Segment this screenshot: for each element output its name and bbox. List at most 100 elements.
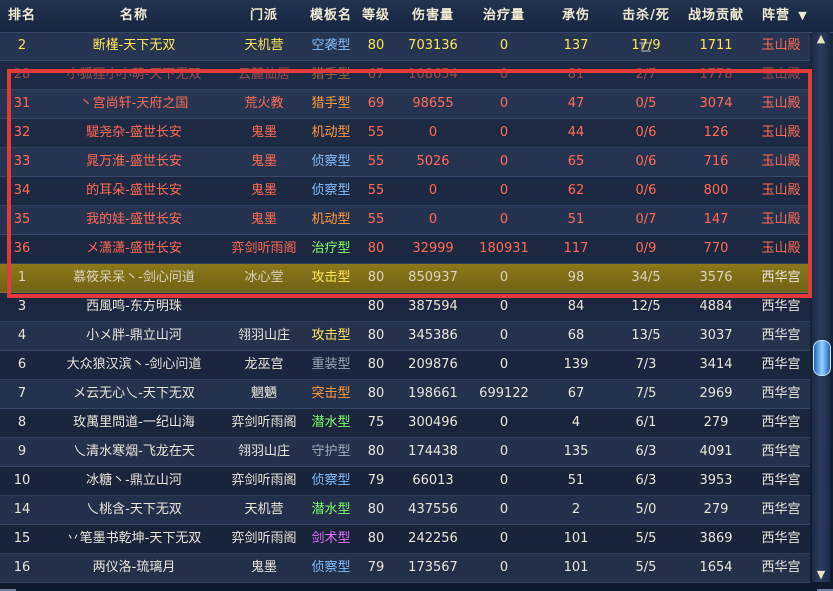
cell-taken: 4: [571, 415, 581, 430]
cell-damage: 5026: [416, 154, 450, 169]
cell-camp: 西华宫: [761, 444, 801, 459]
cell-faction: 鬼墨: [250, 154, 277, 169]
cell-taken: 67: [567, 386, 585, 401]
cell-faction: 鬼墨: [250, 212, 277, 227]
cell-kd: 0/6: [635, 154, 657, 169]
cell-name: 丶宫尚轩-天府之国: [79, 96, 189, 111]
cell-damage: 209876: [408, 357, 458, 372]
cell-template: 重装型: [311, 357, 351, 372]
cell-heal: 0: [499, 154, 509, 169]
cell-taken: 137: [563, 38, 589, 53]
cell-heal: 0: [499, 67, 509, 82]
cell-damage: 345386: [408, 328, 458, 343]
cell-level: 67: [367, 67, 385, 82]
cell-damage: 387594: [408, 299, 458, 314]
cell-rank: 32: [13, 125, 31, 140]
table-row[interactable]: 8 玫萬里問道-一纪山海 弈剑听雨阁 潜水型 75 300496 0 4 6/1 279 西华宫: [0, 409, 810, 438]
header-damage[interactable]: 伤害量: [394, 0, 472, 32]
cell-heal: 180931: [479, 241, 529, 256]
table-row[interactable]: 2 断槿-天下无双 天机营 空袭型 80 703136 0 137 17/9 1711 玉山殿: [0, 32, 810, 61]
table-row[interactable]: 10 冰糖丶-鼎立山河 弈剑听雨阁 侦察型 79 66013 0 51 6/3 3953 西华宫: [0, 467, 810, 496]
cell-kd: 0/5: [635, 96, 657, 111]
cell-contrib: 716: [703, 154, 729, 169]
cell-kd: 5/0: [635, 502, 657, 517]
cell-faction: 弈剑听雨阁: [231, 241, 297, 256]
header-level[interactable]: 等级: [358, 0, 394, 32]
cell-camp: 西华宫: [761, 415, 801, 430]
table-row[interactable]: 4 小メ胖-鼎立山河 翎羽山庄 攻击型 80 345386 0 68 13/5 3037 西华宫: [0, 322, 810, 351]
table-row[interactable]: 1 慕筱呆呆丶-剑心问道 冰心堂 攻击型 80 850937 0 98 34/5 3576 西华宫: [0, 264, 810, 293]
cell-name: 冰糖丶-鼎立山河: [86, 473, 182, 488]
cell-rank: 36: [13, 241, 31, 256]
cell-camp: 西华宫: [761, 560, 801, 575]
cell-rank: 10: [13, 473, 31, 488]
cell-camp: 西华宫: [761, 502, 801, 517]
cell-heal: 0: [499, 270, 509, 285]
table-row[interactable]: 9 乀清水寒烟-飞龙在天 翎羽山庄 守护型 80 174438 0 135 6/3 4091 西华宫: [0, 438, 810, 467]
header-rank[interactable]: 排名: [0, 0, 44, 32]
cell-rank: 1: [17, 270, 27, 285]
cell-rank: 28: [13, 67, 31, 82]
cell-taken: 135: [563, 444, 589, 459]
cell-kd: 7/5: [635, 386, 657, 401]
cell-rank: 14: [13, 502, 31, 517]
cell-kd: 34/5: [631, 270, 661, 285]
scroll-up-arrow-icon[interactable]: ▲: [814, 32, 828, 46]
header-taken[interactable]: 承伤: [536, 0, 616, 32]
chevron-down-icon[interactable]: ▼: [794, 0, 812, 32]
scrollbar[interactable]: ▲ ▼: [812, 32, 831, 582]
table-row[interactable]: 3 西風鸣-东方明珠 80 387594 0 84 12/5 4884 西华宫: [0, 293, 810, 322]
table-row[interactable]: 14 乀桃含-天下无双 天机营 潜水型 80 437556 0 2 5/0 279 西华宫: [0, 496, 810, 525]
cell-kd: 0/6: [635, 183, 657, 198]
header-heal[interactable]: 治疗量: [472, 0, 536, 32]
cell-heal: 0: [499, 183, 509, 198]
table-row[interactable]: 28 小狐狸小小萌-天下无双 云麓仙居 猎手型 67 108654 0 81 2/7 1778 玉山…: [0, 61, 810, 90]
table-row[interactable]: 6 大众狼汉滨丶-剑心问道 龙巫宫 重装型 80 209876 0 139 7/3 3414 西华宫: [0, 351, 810, 380]
table-row[interactable]: 31 丶宫尚轩-天府之国 荒火教 猎手型 69 98655 0 47 0/5 3074 玉山殿: [0, 90, 810, 119]
table-row[interactable]: 35 我的娃-盛世长安 鬼墨 机动型 55 0 0 51 0/7 147 玉山殿: [0, 206, 810, 235]
scrollbar-thumb[interactable]: [813, 340, 831, 376]
table-row[interactable]: 15 丷笔墨书乾坤-天下无双 弈剑听雨阁 剑术型 80 242256 0 101 5/5 3869…: [0, 525, 810, 554]
table-header: 排名 名称 门派 模板名 等级 伤害量 治疗量 承伤 击杀/死亡 战场贡献 阵营…: [0, 0, 833, 55]
cell-kd: 0/9: [635, 241, 657, 256]
header-camp[interactable]: 阵营: [756, 0, 796, 32]
cell-heal: 0: [499, 299, 509, 314]
table-row[interactable]: 16 两仪洛-琉璃月 鬼墨 侦察型 79 173567 0 101 5/5 1654 西华宫: [0, 554, 810, 583]
cell-contrib: 1654: [699, 560, 733, 575]
table-row[interactable]: 7 メ云无心乀-天下无双 魍魉 突击型 80 198661 699122 67 7/5 2969 西…: [0, 380, 810, 409]
table-row[interactable]: 36 メ潇潇-盛世长安 弈剑听雨阁 治疗型 80 32999 180931 117 0/9 770…: [0, 235, 810, 264]
table-row[interactable]: 34 的耳朵-盛世长安 鬼墨 侦察型 55 0 0 62 0/6 800 玉山殿: [0, 177, 810, 206]
cell-template: 侦察型: [311, 473, 351, 488]
cell-contrib: 3414: [699, 357, 733, 372]
cell-rank: 3: [17, 299, 27, 314]
cell-level: 80: [367, 241, 385, 256]
header-name[interactable]: 名称: [44, 0, 224, 32]
cell-level: 80: [367, 270, 385, 285]
header-template[interactable]: 模板名: [304, 0, 358, 32]
cell-taken: 51: [567, 212, 585, 227]
cell-contrib: 800: [703, 183, 729, 198]
cell-level: 55: [367, 154, 385, 169]
cell-camp: 玉山殿: [761, 183, 801, 198]
cell-rank: 8: [17, 415, 27, 430]
cell-template: 治疗型: [311, 241, 351, 256]
header-faction[interactable]: 门派: [224, 0, 304, 32]
cell-heal: 0: [499, 328, 509, 343]
cell-taken: 62: [567, 183, 585, 198]
cell-kd: 5/5: [635, 560, 657, 575]
cell-taken: 98: [567, 270, 585, 285]
cell-damage: 108654: [408, 67, 458, 82]
cell-template: 守护型: [311, 444, 351, 459]
table-row[interactable]: 33 晁万淮-盛世长安 鬼墨 侦察型 55 5026 0 65 0/6 716 玉山殿: [0, 148, 810, 177]
cell-name: 丷笔墨书乾坤-天下无双: [66, 531, 202, 546]
cell-template: 猎手型: [311, 67, 351, 82]
cell-heal: 0: [499, 415, 509, 430]
cell-rank: 34: [13, 183, 31, 198]
cell-heal: 699122: [479, 386, 529, 401]
table-row[interactable]: 32 騠尧杂-盛世长安 鬼墨 机动型 55 0 0 44 0/6 126 玉山殿: [0, 119, 810, 148]
cell-template: 机动型: [311, 212, 351, 227]
header-contrib[interactable]: 战场贡献: [676, 0, 756, 32]
frame-corner-ornament: [817, 573, 833, 591]
scoreboard-window: 排名 名称 门派 模板名 等级 伤害量 治疗量 承伤 击杀/死亡 战场贡献 阵营…: [0, 0, 833, 591]
header-kd[interactable]: 击杀/死亡: [616, 0, 676, 55]
